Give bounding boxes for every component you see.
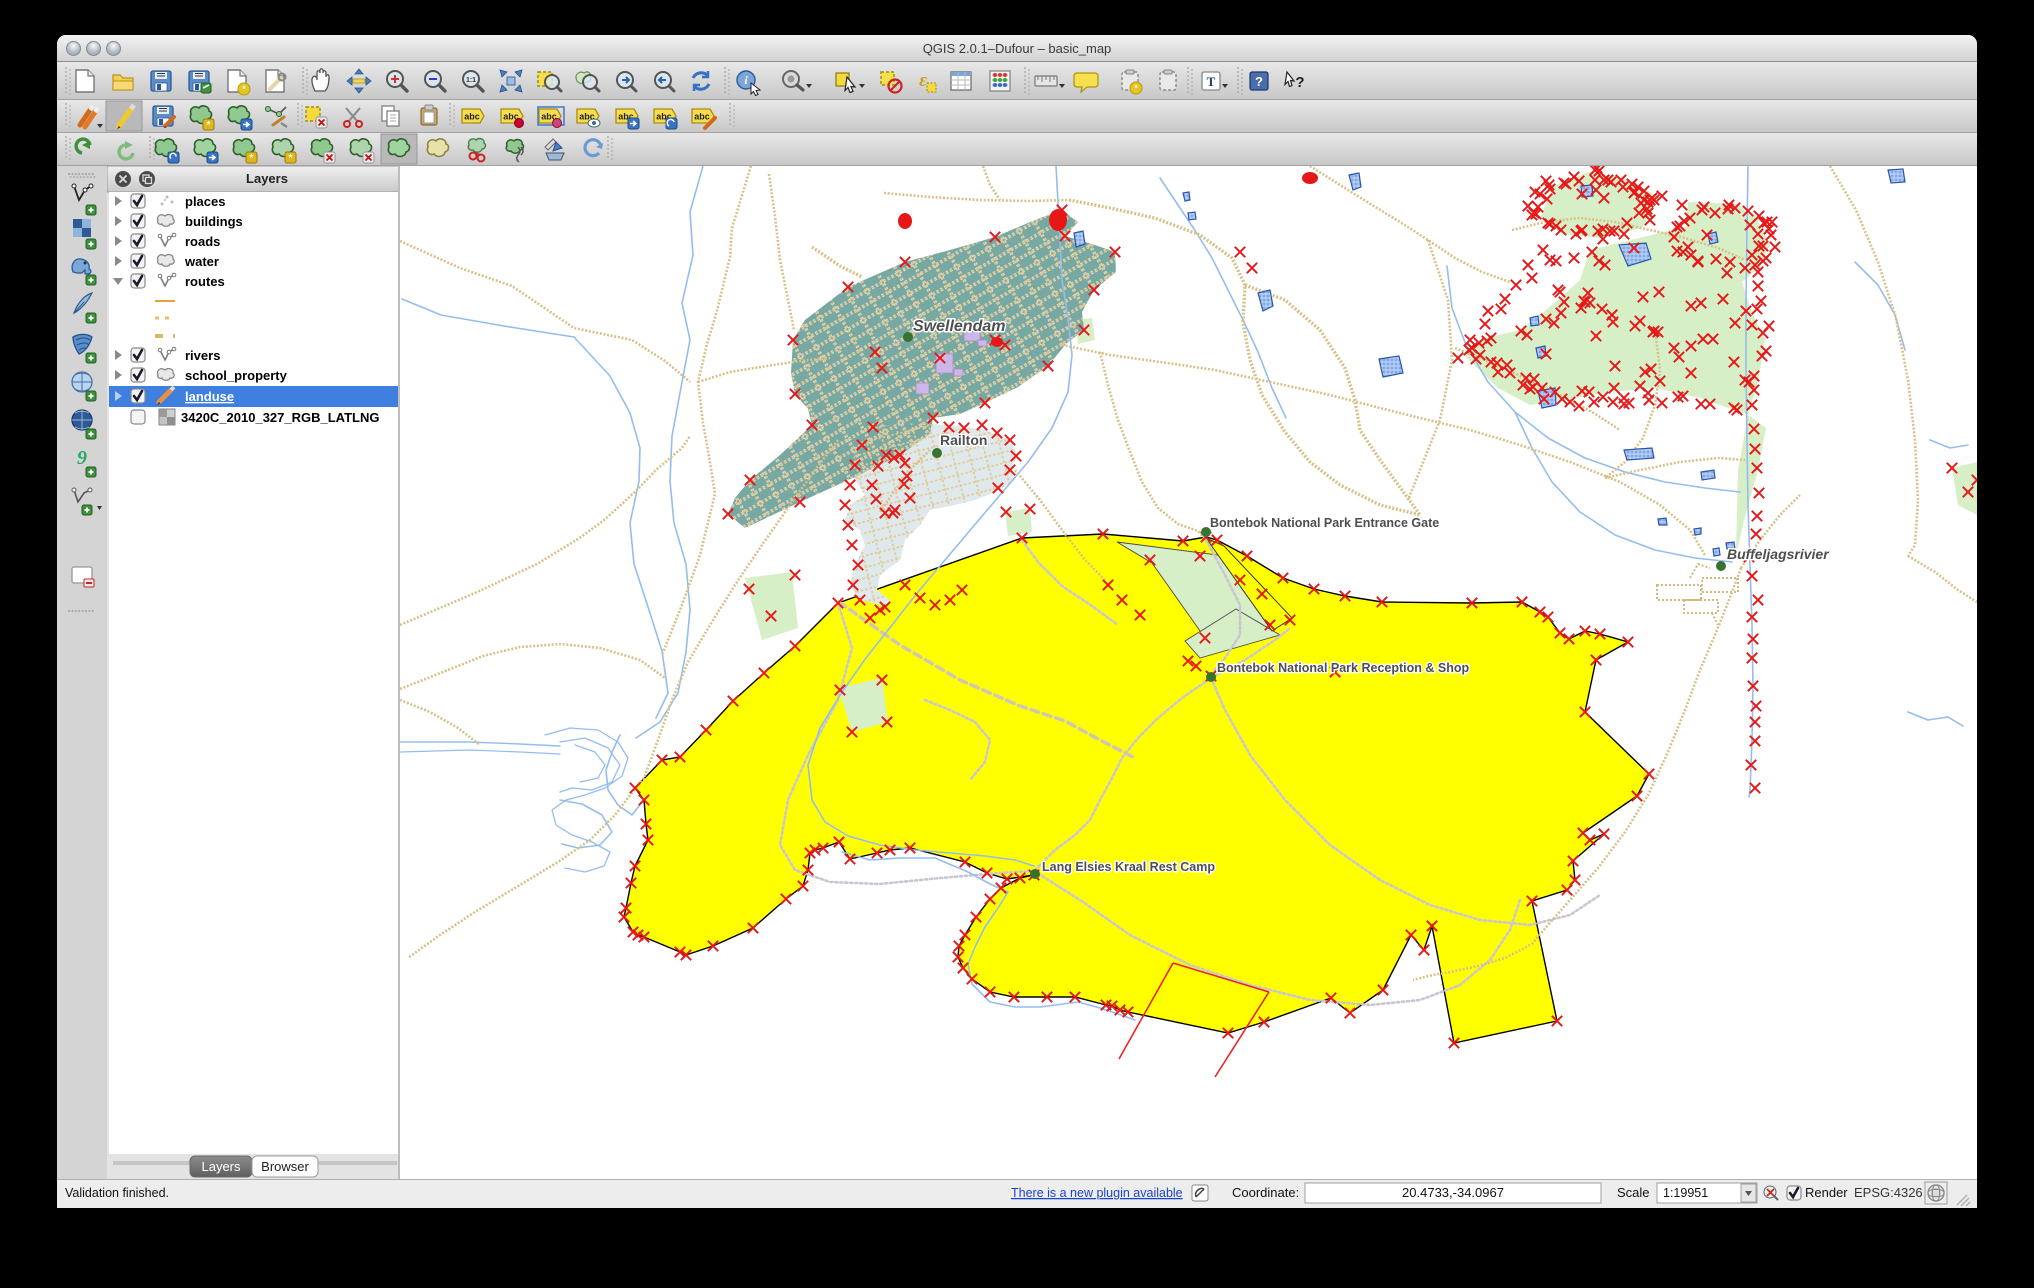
svg-text:places: places [185, 194, 225, 209]
svg-text:EPSG:4326: EPSG:4326 [1854, 1185, 1923, 1200]
svg-text:routes: routes [185, 274, 225, 289]
svg-text:?: ? [1295, 74, 1304, 91]
svg-text:Railton: Railton [940, 432, 987, 448]
svg-text:Swellendam: Swellendam [913, 318, 1005, 335]
svg-text:3420C_2010_327_RGB_LATLNG: 3420C_2010_327_RGB_LATLNG [181, 410, 379, 425]
svg-text:*: * [289, 153, 293, 164]
svg-text:Validation finished.: Validation finished. [65, 1186, 169, 1200]
svg-text:Lang Elsies Kraal Rest Camp: Lang Elsies Kraal Rest Camp [1042, 860, 1215, 874]
svg-text:landuse: landuse [185, 389, 234, 404]
svg-text:*: * [1134, 83, 1138, 93]
svg-text:Coordinate:: Coordinate: [1232, 1185, 1299, 1200]
svg-text:*: * [207, 120, 211, 131]
svg-text:Browser: Browser [261, 1159, 309, 1174]
svg-text:T: T [1207, 74, 1216, 89]
svg-text:*: * [242, 84, 246, 94]
svg-text:1:19951: 1:19951 [1663, 1186, 1708, 1200]
svg-text:Layers: Layers [201, 1159, 241, 1174]
svg-text:Buffeljagsrivier: Buffeljagsrivier [1727, 546, 1830, 562]
svg-text:rivers: rivers [185, 348, 220, 363]
svg-text:abc: abc [694, 112, 710, 122]
svg-text:abc: abc [464, 112, 480, 122]
svg-text:Bontebok National Park Recepti: Bontebok National Park Reception & Shop [1217, 661, 1469, 675]
svg-text:roads: roads [185, 234, 220, 249]
svg-text:Scale: Scale [1617, 1185, 1650, 1200]
svg-text:1:1: 1:1 [466, 77, 476, 84]
svg-text:Layers: Layers [246, 171, 288, 186]
svg-text:buildings: buildings [185, 214, 243, 229]
svg-text:There is a new plugin availabl: There is a new plugin available [1011, 1186, 1183, 1200]
svg-text:school_property: school_property [185, 368, 288, 383]
svg-text:Bontebok National Park Entranc: Bontebok National Park Entrance Gate [1210, 516, 1439, 530]
svg-text:?: ? [1255, 74, 1263, 89]
svg-text:*: * [250, 153, 254, 164]
svg-text:9: 9 [77, 447, 87, 469]
svg-text:20.4733,-34.0967: 20.4733,-34.0967 [1402, 1185, 1504, 1200]
svg-text:water: water [184, 254, 219, 269]
svg-text:ε: ε [919, 70, 927, 91]
svg-text:Render: Render [1805, 1185, 1848, 1200]
